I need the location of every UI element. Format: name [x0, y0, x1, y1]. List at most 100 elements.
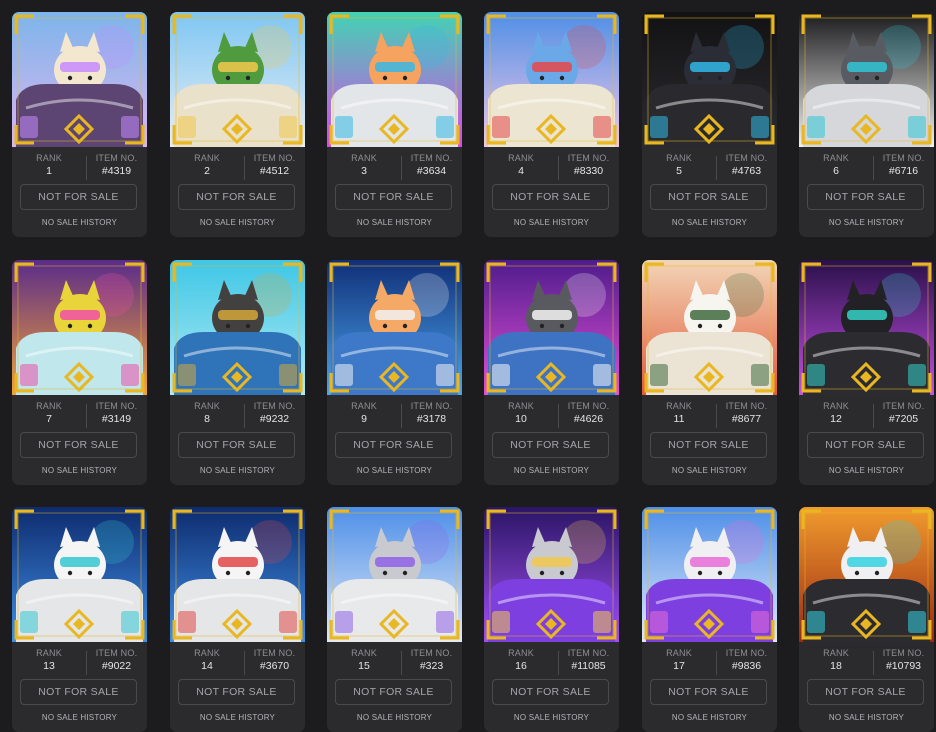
nft-card[interactable]: RANK 2 ITEM NO. #4512 NOT FOR SALE NO SALE HI… [170, 12, 305, 237]
item-number-value: #4319 [101, 165, 132, 177]
nft-artwork-image[interactable] [484, 507, 619, 642]
item-number-column: ITEM NO. #8677 [716, 400, 777, 426]
not-for-sale-button[interactable]: NOT FOR SALE [650, 679, 767, 705]
nft-artwork-image[interactable] [12, 260, 147, 395]
nft-card[interactable]: RANK 9 ITEM NO. #3178 NOT FOR SALE NO SALE HI… [327, 260, 462, 485]
item-number-label: ITEM NO. [253, 648, 296, 658]
rank-column: RANK 4 [484, 152, 558, 178]
rank-column: RANK 18 [799, 647, 873, 673]
rank-value: 7 [46, 413, 52, 425]
item-number-column: ITEM NO. #11085 [558, 647, 619, 673]
nft-card[interactable]: RANK 13 ITEM NO. #9022 NOT FOR SALE NO SALE H… [12, 507, 147, 732]
not-for-sale-button[interactable]: NOT FOR SALE [178, 679, 295, 705]
nft-card[interactable]: RANK 4 ITEM NO. #8330 NOT FOR SALE NO SALE HI… [484, 12, 619, 237]
nft-artwork-image[interactable] [484, 12, 619, 147]
rank-label: RANK [194, 153, 220, 163]
nft-artwork-image[interactable] [642, 260, 777, 395]
not-for-sale-button[interactable]: NOT FOR SALE [807, 432, 924, 458]
item-number-label: ITEM NO. [725, 153, 768, 163]
card-meta: RANK 4 ITEM NO. #8330 [484, 152, 619, 188]
sale-history-text: NO SALE HISTORY [828, 218, 905, 227]
card-meta: RANK 15 ITEM NO. #323 [327, 647, 462, 683]
nft-artwork-image[interactable] [799, 260, 934, 395]
rank-label: RANK [508, 401, 534, 411]
not-for-sale-button[interactable]: NOT FOR SALE [492, 679, 609, 705]
nft-card[interactable]: RANK 5 ITEM NO. #4763 NOT FOR SALE NO SALE HI… [642, 12, 777, 237]
item-number-column: ITEM NO. #9232 [244, 400, 305, 426]
rank-label: RANK [351, 153, 377, 163]
card-meta: RANK 14 ITEM NO. #3670 [170, 647, 305, 683]
not-for-sale-button[interactable]: NOT FOR SALE [492, 432, 609, 458]
item-number-column: ITEM NO. #9836 [716, 647, 777, 673]
not-for-sale-button[interactable]: NOT FOR SALE [335, 432, 452, 458]
nft-artwork-image[interactable] [12, 507, 147, 642]
nft-card[interactable]: RANK 11 ITEM NO. #8677 NOT FOR SALE NO SALE H… [642, 260, 777, 485]
item-number-label: ITEM NO. [882, 648, 925, 658]
nft-card[interactable]: RANK 15 ITEM NO. #323 NOT FOR SALE NO SALE HI… [327, 507, 462, 732]
nft-artwork-image[interactable] [327, 12, 462, 147]
not-for-sale-button[interactable]: NOT FOR SALE [807, 184, 924, 210]
rank-value: 10 [515, 413, 527, 425]
nft-card[interactable]: RANK 6 ITEM NO. #6716 NOT FOR SALE NO SALE HI… [799, 12, 934, 237]
nft-card[interactable]: RANK 16 ITEM NO. #11085 NOT FOR SALE NO SALE … [484, 507, 619, 732]
item-number-column: ITEM NO. #3149 [86, 400, 147, 426]
not-for-sale-button[interactable]: NOT FOR SALE [178, 432, 295, 458]
nft-artwork-image[interactable] [327, 260, 462, 395]
nft-card[interactable]: RANK 17 ITEM NO. #9836 NOT FOR SALE NO SALE H… [642, 507, 777, 732]
nft-card[interactable]: RANK 7 ITEM NO. #3149 NOT FOR SALE NO SALE HI… [12, 260, 147, 485]
sale-history-text: NO SALE HISTORY [41, 218, 118, 227]
not-for-sale-button[interactable]: NOT FOR SALE [20, 679, 137, 705]
sale-history-text: NO SALE HISTORY [199, 466, 276, 475]
not-for-sale-button[interactable]: NOT FOR SALE [178, 184, 295, 210]
rank-label: RANK [508, 648, 534, 658]
nft-artwork-image[interactable] [12, 12, 147, 147]
not-for-sale-button[interactable]: NOT FOR SALE [20, 432, 137, 458]
item-number-value: #8330 [573, 165, 604, 177]
item-number-label: ITEM NO. [567, 648, 610, 658]
rank-label: RANK [508, 153, 534, 163]
not-for-sale-button[interactable]: NOT FOR SALE [20, 184, 137, 210]
rank-value: 15 [358, 660, 370, 672]
nft-artwork-image[interactable] [642, 507, 777, 642]
nft-card[interactable]: RANK 12 ITEM NO. #7205 NOT FOR SALE NO SALE H… [799, 260, 934, 485]
item-number-column: ITEM NO. #4319 [86, 152, 147, 178]
rank-label: RANK [194, 648, 220, 658]
rank-column: RANK 17 [642, 647, 716, 673]
item-number-label: ITEM NO. [725, 648, 768, 658]
rank-value: 3 [361, 165, 367, 177]
nft-artwork-image[interactable] [484, 260, 619, 395]
sale-history-text: NO SALE HISTORY [513, 466, 590, 475]
rank-label: RANK [666, 648, 692, 658]
nft-artwork-image[interactable] [799, 507, 934, 642]
nft-artwork-image[interactable] [799, 12, 934, 147]
not-for-sale-button[interactable]: NOT FOR SALE [650, 432, 767, 458]
not-for-sale-button[interactable]: NOT FOR SALE [335, 679, 452, 705]
rank-label: RANK [194, 401, 220, 411]
nft-card[interactable]: RANK 10 ITEM NO. #4626 NOT FOR SALE NO SALE H… [484, 260, 619, 485]
nft-card[interactable]: RANK 14 ITEM NO. #3670 NOT FOR SALE NO SALE H… [170, 507, 305, 732]
not-for-sale-button[interactable]: NOT FOR SALE [492, 184, 609, 210]
nft-card[interactable]: RANK 3 ITEM NO. #3634 NOT FOR SALE NO SALE HI… [327, 12, 462, 237]
item-number-value: #4512 [259, 165, 290, 177]
rank-value: 1 [46, 165, 52, 177]
item-number-value: #4763 [731, 165, 762, 177]
card-meta: RANK 3 ITEM NO. #3634 [327, 152, 462, 188]
item-number-value: #3634 [416, 165, 447, 177]
nft-artwork-image[interactable] [170, 12, 305, 147]
nft-card[interactable]: RANK 8 ITEM NO. #9232 NOT FOR SALE NO SALE HI… [170, 260, 305, 485]
rank-value: 2 [204, 165, 210, 177]
not-for-sale-button[interactable]: NOT FOR SALE [807, 679, 924, 705]
item-number-label: ITEM NO. [567, 401, 610, 411]
nft-artwork-image[interactable] [642, 12, 777, 147]
nft-card[interactable]: RANK 1 ITEM NO. #4319 NOT FOR SALE NO SALE HI… [12, 12, 147, 237]
item-number-label: ITEM NO. [725, 401, 768, 411]
rank-value: 4 [518, 165, 524, 177]
card-meta: RANK 11 ITEM NO. #8677 [642, 400, 777, 436]
not-for-sale-button[interactable]: NOT FOR SALE [650, 184, 767, 210]
item-number-value: #3178 [416, 413, 447, 425]
nft-artwork-image[interactable] [327, 507, 462, 642]
not-for-sale-button[interactable]: NOT FOR SALE [335, 184, 452, 210]
nft-card[interactable]: RANK 18 ITEM NO. #10793 NOT FOR SALE NO SALE … [799, 507, 934, 732]
nft-artwork-image[interactable] [170, 507, 305, 642]
nft-artwork-image[interactable] [170, 260, 305, 395]
